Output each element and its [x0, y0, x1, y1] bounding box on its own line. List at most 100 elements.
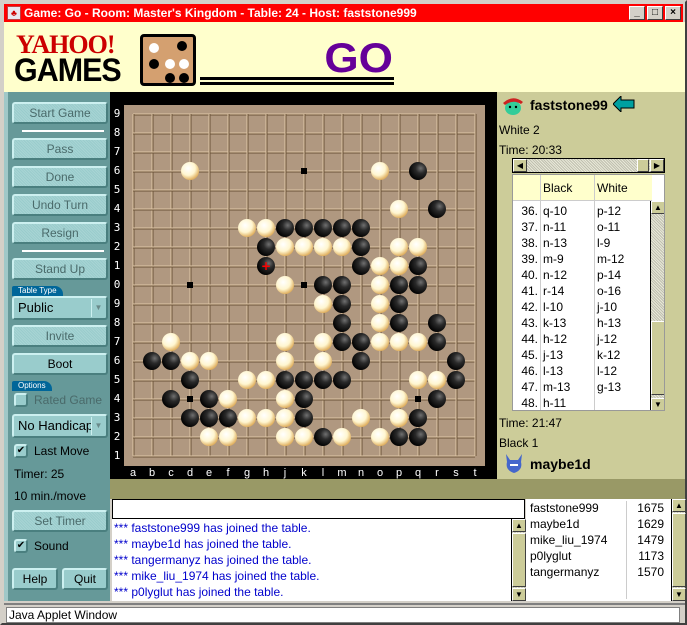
- scroll-right-icon[interactable]: ▶: [650, 159, 664, 172]
- last-move-checkbox[interactable]: ✔ Last Move: [14, 443, 89, 459]
- board-grid[interactable]: +: [124, 105, 485, 466]
- row-label: 2: [113, 240, 121, 253]
- done-button[interactable]: Done: [12, 166, 108, 188]
- row-label: 3: [113, 411, 121, 424]
- move-row: 45. j-13 k-12: [513, 347, 652, 363]
- user-list-item[interactable]: p0lyglut 1173: [530, 549, 668, 563]
- maximize-button[interactable]: □: [647, 6, 663, 20]
- chat-message: *** maybe1d has joined the table.: [114, 537, 292, 551]
- scroll-up-icon[interactable]: ▲: [512, 519, 526, 532]
- chat-vscrollbar[interactable]: ▲ ▼: [511, 519, 526, 601]
- hoshi-point: [187, 282, 193, 288]
- scroll-left-icon[interactable]: ◀: [513, 159, 527, 172]
- turn-arrow-icon: [613, 96, 635, 112]
- set-timer-button[interactable]: Set Timer: [12, 510, 108, 532]
- white-stone: [371, 295, 389, 313]
- black-stone: [333, 333, 351, 351]
- row-label: 8: [113, 316, 121, 329]
- scroll-down-icon[interactable]: ▼: [672, 588, 686, 601]
- handicap-select[interactable]: No Handicap ▼: [12, 414, 108, 438]
- scroll-thumb[interactable]: [512, 533, 526, 587]
- userlist-vscrollbar[interactable]: ▲ ▼: [671, 499, 686, 601]
- scroll-up-icon[interactable]: ▲: [651, 201, 664, 214]
- white-player-name[interactable]: faststone99: [530, 97, 608, 113]
- scroll-down-icon[interactable]: ▼: [651, 398, 664, 410]
- white-stone: [371, 257, 389, 275]
- black-move: l-13: [543, 364, 564, 378]
- go-board[interactable]: +: [124, 105, 485, 466]
- quit-button[interactable]: Quit: [62, 568, 108, 590]
- go-board-logo-icon: [140, 34, 196, 86]
- white-stone: [390, 390, 408, 408]
- header-banner: YAHOO! GAMES GO: [4, 22, 685, 92]
- undo-turn-button[interactable]: Undo Turn: [12, 194, 108, 216]
- black-stone: [333, 371, 351, 389]
- column-label: t: [473, 467, 477, 479]
- user-name: faststone999: [530, 501, 599, 515]
- movelist-hscrollbar[interactable]: ◀ ▶: [512, 158, 665, 173]
- user-list: faststone999 1675 maybe1d 1629 mike_liu_1974…: [526, 499, 686, 601]
- pass-button[interactable]: Pass: [12, 138, 108, 160]
- chat-input[interactable]: [112, 499, 525, 519]
- row-label: 4: [113, 392, 121, 405]
- black-move: n-13: [543, 236, 568, 250]
- user-rating: 1629: [637, 517, 664, 531]
- white-stone: [257, 219, 275, 237]
- scroll-down-icon[interactable]: ▼: [512, 588, 526, 601]
- white-move: m-12: [597, 252, 625, 266]
- black-stone: [409, 276, 427, 294]
- invite-button[interactable]: Invite: [12, 325, 108, 347]
- movelist-vscrollbar[interactable]: ▲ ▼: [650, 201, 664, 410]
- white-stone: [390, 409, 408, 427]
- white-stone: [390, 200, 408, 218]
- move-row: 37. n-11 o-11: [513, 219, 652, 235]
- white-stone: [390, 238, 408, 256]
- sound-checkbox[interactable]: ✔ Sound: [14, 538, 69, 554]
- table-type-select[interactable]: Public ▼: [12, 296, 108, 320]
- row-label: 7: [113, 145, 121, 158]
- user-list-item[interactable]: mike_liu_1974 1479: [530, 533, 668, 547]
- scroll-up-icon[interactable]: ▲: [672, 499, 686, 512]
- checkmark-icon[interactable]: ✔: [14, 444, 28, 458]
- rated-game-checkbox[interactable]: Rated Game: [14, 392, 102, 408]
- black-stone: [295, 409, 313, 427]
- black-stone: [390, 295, 408, 313]
- checkmark-icon[interactable]: ✔: [14, 539, 28, 553]
- column-label: g: [243, 467, 251, 479]
- minimize-button[interactable]: _: [629, 6, 645, 20]
- help-button[interactable]: Help: [12, 568, 58, 590]
- rated-game-label: Rated Game: [34, 393, 103, 407]
- boot-button[interactable]: Boot: [12, 353, 108, 375]
- black-stone: [333, 219, 351, 237]
- user-list-item[interactable]: tangermanyz 1570: [530, 565, 668, 579]
- scroll-thumb[interactable]: [637, 159, 649, 172]
- scroll-thumb[interactable]: [672, 513, 686, 587]
- black-move: m-13: [543, 380, 571, 394]
- user-list-item[interactable]: maybe1d 1629: [530, 517, 668, 531]
- row-label: 2: [113, 430, 121, 443]
- chevron-down-icon[interactable]: ▼: [91, 417, 105, 435]
- checkbox-box[interactable]: [14, 393, 28, 407]
- user-name: tangermanyz: [530, 565, 600, 579]
- scroll-thumb[interactable]: [651, 321, 664, 395]
- row-label: 5: [113, 183, 121, 196]
- resign-button[interactable]: Resign: [12, 222, 108, 244]
- black-stone: [352, 238, 370, 256]
- header-white: White: [597, 181, 628, 195]
- close-button[interactable]: ×: [665, 6, 681, 20]
- black-player-name[interactable]: maybe1d: [530, 456, 591, 472]
- last-move-marker: +: [261, 259, 271, 273]
- black-stone: [314, 371, 332, 389]
- row-label: 7: [113, 335, 121, 348]
- column-label: a: [129, 467, 137, 479]
- hoshi-point: [301, 282, 307, 288]
- column-label: c: [168, 467, 174, 479]
- start-game-button[interactable]: Start Game: [12, 102, 108, 124]
- user-list-item[interactable]: faststone999 1675: [530, 501, 668, 515]
- white-move: o-16: [597, 284, 622, 298]
- chevron-down-icon[interactable]: ▼: [91, 299, 105, 317]
- stand-up-button[interactable]: Stand Up: [12, 258, 108, 280]
- black-stone: [314, 428, 332, 446]
- chat-message: *** mike_liu_1974 has joined the table.: [114, 569, 320, 583]
- move-row: 39. m-9 m-12: [513, 251, 652, 267]
